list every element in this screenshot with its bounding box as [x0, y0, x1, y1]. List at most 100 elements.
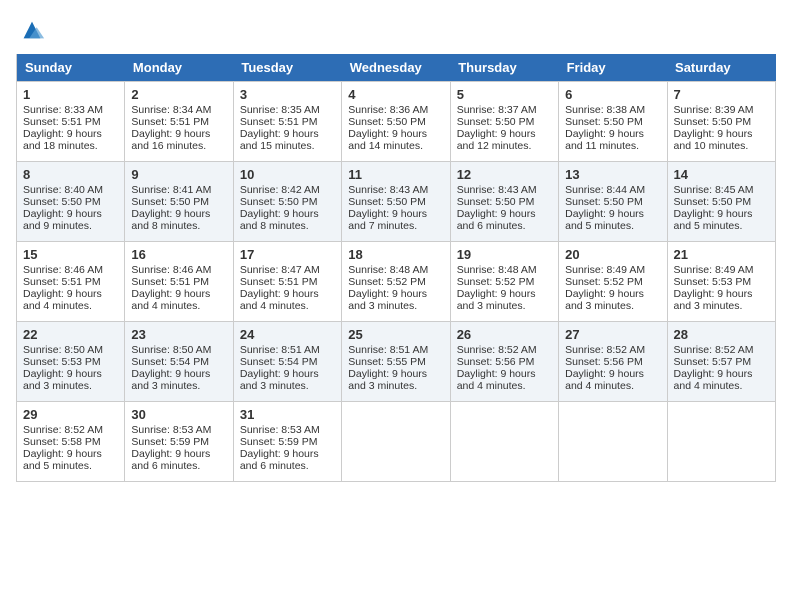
calendar-cell: 30 Sunrise: 8:53 AM Sunset: 5:59 PM Dayli…: [125, 402, 233, 482]
day-number: 31: [240, 407, 335, 422]
day-number: 23: [131, 327, 226, 342]
day-number: 21: [674, 247, 769, 262]
calendar-cell: 22 Sunrise: 8:50 AM Sunset: 5:53 PM Dayli…: [17, 322, 125, 402]
day-number: 29: [23, 407, 118, 422]
day-info: Sunrise: 8:44 AM Sunset: 5:50 PM Dayligh…: [565, 184, 645, 232]
day-number: 8: [23, 167, 118, 182]
calendar-cell: 7 Sunrise: 8:39 AM Sunset: 5:50 PM Daylig…: [667, 82, 775, 162]
day-info: Sunrise: 8:35 AM Sunset: 5:51 PM Dayligh…: [240, 104, 320, 152]
day-number: 20: [565, 247, 660, 262]
day-info: Sunrise: 8:43 AM Sunset: 5:50 PM Dayligh…: [348, 184, 428, 232]
day-info: Sunrise: 8:50 AM Sunset: 5:54 PM Dayligh…: [131, 344, 211, 392]
logo-icon: [18, 16, 46, 44]
day-info: Sunrise: 8:43 AM Sunset: 5:50 PM Dayligh…: [457, 184, 537, 232]
day-info: Sunrise: 8:53 AM Sunset: 5:59 PM Dayligh…: [131, 424, 211, 472]
calendar-cell: [667, 402, 775, 482]
day-info: Sunrise: 8:48 AM Sunset: 5:52 PM Dayligh…: [457, 264, 537, 312]
calendar-week-row: 1 Sunrise: 8:33 AM Sunset: 5:51 PM Daylig…: [17, 82, 776, 162]
calendar-cell: [450, 402, 558, 482]
calendar-cell: 17 Sunrise: 8:47 AM Sunset: 5:51 PM Dayli…: [233, 242, 341, 322]
day-number: 16: [131, 247, 226, 262]
day-info: Sunrise: 8:53 AM Sunset: 5:59 PM Dayligh…: [240, 424, 320, 472]
calendar-cell: 8 Sunrise: 8:40 AM Sunset: 5:50 PM Daylig…: [17, 162, 125, 242]
day-number: 22: [23, 327, 118, 342]
calendar-cell: 3Sunrise: 8:35 AM Sunset: 5:51 PM Daylig…: [233, 82, 341, 162]
day-of-week-header: Monday: [125, 54, 233, 82]
day-of-week-header: Friday: [559, 54, 667, 82]
day-number: 13: [565, 167, 660, 182]
day-info: Sunrise: 8:51 AM Sunset: 5:54 PM Dayligh…: [240, 344, 320, 392]
calendar-cell: 15Sunrise: 8:46 AM Sunset: 5:51 PM Dayli…: [17, 242, 125, 322]
calendar-cell: 23 Sunrise: 8:50 AM Sunset: 5:54 PM Dayli…: [125, 322, 233, 402]
day-info: Sunrise: 8:38 AM Sunset: 5:50 PM Dayligh…: [565, 104, 645, 152]
calendar-cell: 4Sunrise: 8:36 AM Sunset: 5:50 PM Daylig…: [342, 82, 450, 162]
calendar-cell: 6 Sunrise: 8:38 AM Sunset: 5:50 PM Daylig…: [559, 82, 667, 162]
calendar-cell: 21 Sunrise: 8:49 AM Sunset: 5:53 PM Dayli…: [667, 242, 775, 322]
calendar-cell: 31 Sunrise: 8:53 AM Sunset: 5:59 PM Dayli…: [233, 402, 341, 482]
day-number: 6: [565, 87, 660, 102]
day-number: 19: [457, 247, 552, 262]
day-info: Sunrise: 8:50 AM Sunset: 5:53 PM Dayligh…: [23, 344, 103, 392]
day-info: Sunrise: 8:46 AM Sunset: 5:51 PM Dayligh…: [23, 264, 103, 312]
day-info: Sunrise: 8:42 AM Sunset: 5:50 PM Dayligh…: [240, 184, 320, 232]
day-info: Sunrise: 8:52 AM Sunset: 5:56 PM Dayligh…: [565, 344, 645, 392]
calendar-cell: 14Sunrise: 8:45 AM Sunset: 5:50 PM Dayli…: [667, 162, 775, 242]
calendar-cell: [342, 402, 450, 482]
day-info: Sunrise: 8:34 AM Sunset: 5:51 PM Dayligh…: [131, 104, 211, 152]
day-number: 14: [674, 167, 769, 182]
calendar-table: SundayMondayTuesdayWednesdayThursdayFrid…: [16, 54, 776, 482]
day-of-week-header: Wednesday: [342, 54, 450, 82]
calendar-header-row: SundayMondayTuesdayWednesdayThursdayFrid…: [17, 54, 776, 82]
page-header: [16, 16, 776, 44]
day-of-week-header: Sunday: [17, 54, 125, 82]
calendar-cell: 24 Sunrise: 8:51 AM Sunset: 5:54 PM Dayli…: [233, 322, 341, 402]
day-info: Sunrise: 8:40 AM Sunset: 5:50 PM Dayligh…: [23, 184, 103, 232]
calendar-cell: 13 Sunrise: 8:44 AM Sunset: 5:50 PM Dayli…: [559, 162, 667, 242]
day-info: Sunrise: 8:49 AM Sunset: 5:52 PM Dayligh…: [565, 264, 645, 312]
day-number: 18: [348, 247, 443, 262]
day-number: 25: [348, 327, 443, 342]
calendar-week-row: 29 Sunrise: 8:52 AM Sunset: 5:58 PM Dayli…: [17, 402, 776, 482]
day-number: 7: [674, 87, 769, 102]
calendar-cell: 27Sunrise: 8:52 AM Sunset: 5:56 PM Dayli…: [559, 322, 667, 402]
day-number: 30: [131, 407, 226, 422]
day-of-week-header: Saturday: [667, 54, 775, 82]
calendar-cell: 9Sunrise: 8:41 AM Sunset: 5:50 PM Daylig…: [125, 162, 233, 242]
day-number: 5: [457, 87, 552, 102]
calendar-cell: 12 Sunrise: 8:43 AM Sunset: 5:50 PM Dayli…: [450, 162, 558, 242]
day-number: 17: [240, 247, 335, 262]
calendar-cell: 10Sunrise: 8:42 AM Sunset: 5:50 PM Dayli…: [233, 162, 341, 242]
day-number: 4: [348, 87, 443, 102]
calendar-week-row: 22 Sunrise: 8:50 AM Sunset: 5:53 PM Dayli…: [17, 322, 776, 402]
day-number: 28: [674, 327, 769, 342]
calendar-cell: 25 Sunrise: 8:51 AM Sunset: 5:55 PM Dayli…: [342, 322, 450, 402]
day-info: Sunrise: 8:52 AM Sunset: 5:58 PM Dayligh…: [23, 424, 103, 472]
day-info: Sunrise: 8:52 AM Sunset: 5:56 PM Dayligh…: [457, 344, 537, 392]
calendar-cell: 19 Sunrise: 8:48 AM Sunset: 5:52 PM Dayli…: [450, 242, 558, 322]
calendar-cell: 20 Sunrise: 8:49 AM Sunset: 5:52 PM Dayli…: [559, 242, 667, 322]
day-number: 24: [240, 327, 335, 342]
day-info: Sunrise: 8:51 AM Sunset: 5:55 PM Dayligh…: [348, 344, 428, 392]
calendar-cell: [559, 402, 667, 482]
calendar-cell: 2Sunrise: 8:34 AM Sunset: 5:51 PM Daylig…: [125, 82, 233, 162]
day-info: Sunrise: 8:39 AM Sunset: 5:50 PM Dayligh…: [674, 104, 754, 152]
calendar-cell: 29 Sunrise: 8:52 AM Sunset: 5:58 PM Dayli…: [17, 402, 125, 482]
calendar-cell: 11 Sunrise: 8:43 AM Sunset: 5:50 PM Dayli…: [342, 162, 450, 242]
day-number: 26: [457, 327, 552, 342]
day-info: Sunrise: 8:37 AM Sunset: 5:50 PM Dayligh…: [457, 104, 537, 152]
day-number: 1: [23, 87, 118, 102]
day-info: Sunrise: 8:47 AM Sunset: 5:51 PM Dayligh…: [240, 264, 320, 312]
day-info: Sunrise: 8:49 AM Sunset: 5:53 PM Dayligh…: [674, 264, 754, 312]
calendar-cell: 16Sunrise: 8:46 AM Sunset: 5:51 PM Dayli…: [125, 242, 233, 322]
calendar-week-row: 8 Sunrise: 8:40 AM Sunset: 5:50 PM Daylig…: [17, 162, 776, 242]
day-number: 12: [457, 167, 552, 182]
logo: [16, 16, 46, 44]
day-number: 11: [348, 167, 443, 182]
day-info: Sunrise: 8:33 AM Sunset: 5:51 PM Dayligh…: [23, 104, 103, 152]
calendar-cell: 28Sunrise: 8:52 AM Sunset: 5:57 PM Dayli…: [667, 322, 775, 402]
day-number: 9: [131, 167, 226, 182]
day-of-week-header: Thursday: [450, 54, 558, 82]
day-info: Sunrise: 8:48 AM Sunset: 5:52 PM Dayligh…: [348, 264, 428, 312]
calendar-week-row: 15Sunrise: 8:46 AM Sunset: 5:51 PM Dayli…: [17, 242, 776, 322]
day-of-week-header: Tuesday: [233, 54, 341, 82]
